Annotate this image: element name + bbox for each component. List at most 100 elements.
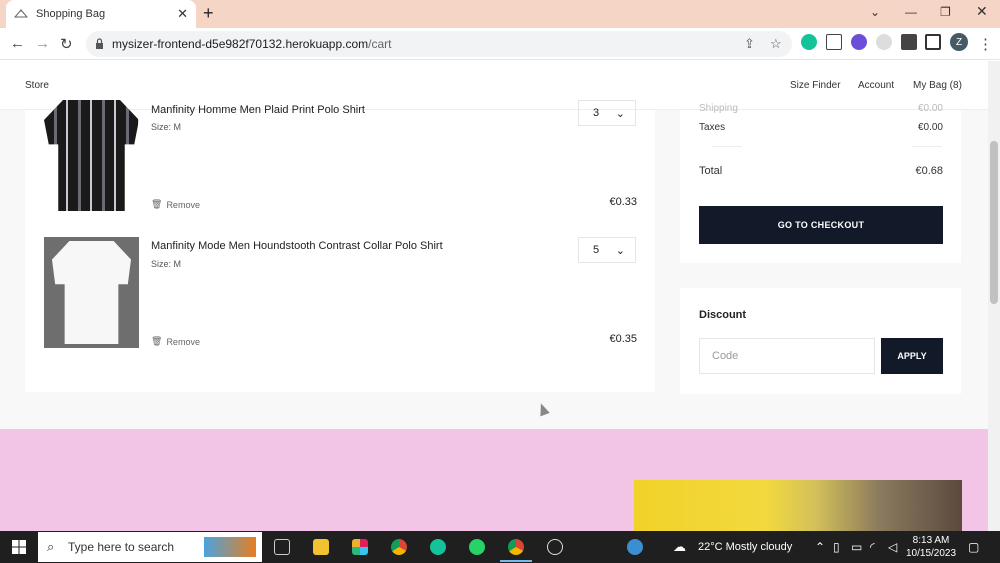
- order-summary-panel: Shipping €0.00 Taxes €0.00 Total €0.68 G…: [680, 103, 961, 263]
- remove-item-button[interactable]: 🗑 Remove: [151, 336, 200, 347]
- cart-item-size: Size: M: [151, 122, 182, 132]
- taxes-value: €0.00: [917, 122, 943, 133]
- tab-shopping-bag[interactable]: Shopping Bag ✕: [6, 0, 196, 28]
- chevron-down-icon: ⌄: [615, 107, 625, 120]
- url-path: /cart: [368, 37, 392, 51]
- go-to-checkout-button[interactable]: GO TO CHECKOUT: [699, 206, 943, 244]
- side-panel-icon[interactable]: [925, 34, 941, 50]
- quantity-value: 3: [593, 107, 600, 119]
- discount-panel: Discount APPLY: [680, 288, 961, 394]
- mouse-cursor-icon: [536, 401, 550, 417]
- forward-icon[interactable]: →: [35, 35, 50, 52]
- close-window-icon[interactable]: ✕: [976, 3, 988, 20]
- grammarly-extension-icon[interactable]: [801, 34, 817, 50]
- nav-size-finder-link[interactable]: Size Finder: [790, 80, 841, 91]
- microphone-icon[interactable]: ▯: [833, 540, 840, 554]
- whatsapp-icon[interactable]: [469, 539, 485, 555]
- hanger-extension-icon[interactable]: [876, 34, 892, 50]
- promo-photo: [634, 480, 962, 531]
- more-menu-icon[interactable]: ⋮: [978, 35, 993, 53]
- nav-my-bag-link[interactable]: My Bag (8): [913, 80, 962, 91]
- cart-item-price: €0.35: [609, 333, 637, 345]
- task-view-icon[interactable]: [274, 539, 290, 555]
- shipping-row: Shipping €0.00: [699, 103, 943, 114]
- divider: [912, 146, 942, 147]
- chevron-up-icon[interactable]: ⌃: [815, 540, 825, 554]
- bookmark-star-icon[interactable]: ☆: [770, 36, 782, 52]
- nav-store-link[interactable]: Store: [25, 80, 49, 91]
- tab-title: Shopping Bag: [36, 8, 106, 20]
- quantity-value: 5: [593, 244, 600, 256]
- cart-item-price: €0.33: [609, 196, 637, 208]
- wifi-icon[interactable]: ◜: [870, 540, 875, 554]
- minimize-icon[interactable]: —: [905, 5, 917, 19]
- cart-item-name[interactable]: Manfinity Mode Men Houndstooth Contrast …: [151, 240, 443, 252]
- clock-date: 10/15/2023: [906, 548, 957, 559]
- weather-text[interactable]: 22°C Mostly cloudy: [698, 541, 792, 553]
- slack-icon[interactable]: [352, 539, 368, 555]
- obs-icon[interactable]: [547, 539, 563, 555]
- total-row: Total €0.68: [699, 165, 943, 177]
- active-app-indicator: [500, 560, 532, 562]
- grammarly-icon[interactable]: [430, 539, 446, 555]
- divider: [712, 146, 742, 147]
- chrome-icon[interactable]: [391, 539, 407, 555]
- lock-icon: [95, 38, 104, 49]
- clock-time: 8:13 AM: [912, 535, 950, 546]
- image-extension-icon[interactable]: [826, 34, 842, 50]
- search-icon: ⌕: [47, 539, 55, 554]
- browser-tab-bar: Shopping Bag ✕ + ⌄ — ❐ ✕: [0, 0, 1000, 28]
- back-icon[interactable]: ←: [10, 35, 25, 52]
- product-image-plaid-polo[interactable]: [44, 100, 139, 211]
- quantity-select[interactable]: 5 ⌄: [578, 237, 636, 263]
- trash-icon: 🗑: [151, 199, 163, 209]
- puzzle-extensions-icon[interactable]: [901, 34, 917, 50]
- url-host: mysizer-frontend-d5e982f70132.herokuapp.…: [112, 37, 369, 51]
- chevron-down-icon: ⌄: [615, 244, 625, 257]
- apply-discount-button[interactable]: APPLY: [881, 338, 943, 374]
- website-viewport: Store Size Finder Account My Bag (8) Man…: [0, 61, 988, 531]
- cart-item-name[interactable]: Manfinity Homme Men Plaid Print Polo Shi…: [151, 104, 365, 116]
- taxes-row: Taxes €0.00: [699, 122, 943, 133]
- product-image-houndstooth-polo[interactable]: [44, 237, 139, 348]
- restore-icon[interactable]: ❐: [940, 5, 951, 19]
- profile-avatar[interactable]: Z: [950, 33, 968, 51]
- shipping-label: Shipping: [699, 103, 738, 114]
- remove-label: Remove: [166, 199, 200, 210]
- total-label: Total: [699, 165, 723, 177]
- address-bar-row: ← → ↻ mysizer-frontend-d5e982f70132.hero…: [0, 28, 1000, 60]
- chrome-active-icon[interactable]: [508, 539, 524, 555]
- taxes-label: Taxes: [699, 122, 726, 133]
- system-clock[interactable]: 8:13 AM 10/15/2023: [906, 534, 956, 560]
- tab-search-icon[interactable]: ⌄: [870, 5, 880, 19]
- gear-extension-icon[interactable]: [851, 34, 867, 50]
- reload-icon[interactable]: ↻: [60, 35, 73, 53]
- share-icon[interactable]: ⇪: [744, 36, 755, 52]
- battery-icon[interactable]: ▭: [851, 540, 862, 554]
- new-tab-icon[interactable]: +: [203, 3, 214, 24]
- taskbar-search-box[interactable]: ⌕ Type here to search: [38, 532, 262, 562]
- close-tab-icon[interactable]: ✕: [177, 6, 188, 22]
- quantity-select[interactable]: 3 ⌄: [578, 100, 636, 126]
- help-icon[interactable]: [627, 539, 643, 555]
- windows-start-icon[interactable]: [12, 540, 26, 559]
- favicon-hanger-icon: [13, 9, 29, 19]
- cloud-weather-icon: ☁: [673, 539, 686, 554]
- discount-title: Discount: [699, 309, 747, 321]
- remove-label: Remove: [166, 336, 200, 347]
- scrollbar-thumb[interactable]: [990, 141, 998, 304]
- notification-icon[interactable]: ▢: [968, 540, 979, 554]
- cart-items-panel: Manfinity Homme Men Plaid Print Polo Shi…: [25, 100, 655, 392]
- shipping-value: €0.00: [917, 103, 943, 114]
- search-placeholder: Type here to search: [68, 540, 175, 554]
- discount-code-input[interactable]: [699, 338, 875, 374]
- total-value: €0.68: [915, 165, 943, 177]
- url-field[interactable]: mysizer-frontend-d5e982f70132.herokuapp.…: [86, 31, 792, 57]
- nav-account-link[interactable]: Account: [858, 80, 894, 91]
- file-explorer-icon[interactable]: [313, 539, 329, 555]
- trash-icon: 🗑: [151, 336, 163, 346]
- remove-item-button[interactable]: 🗑 Remove: [151, 199, 200, 210]
- page-scrollbar[interactable]: [988, 61, 1000, 531]
- cart-item-size: Size: M: [151, 259, 182, 269]
- volume-icon[interactable]: ◁: [888, 540, 897, 554]
